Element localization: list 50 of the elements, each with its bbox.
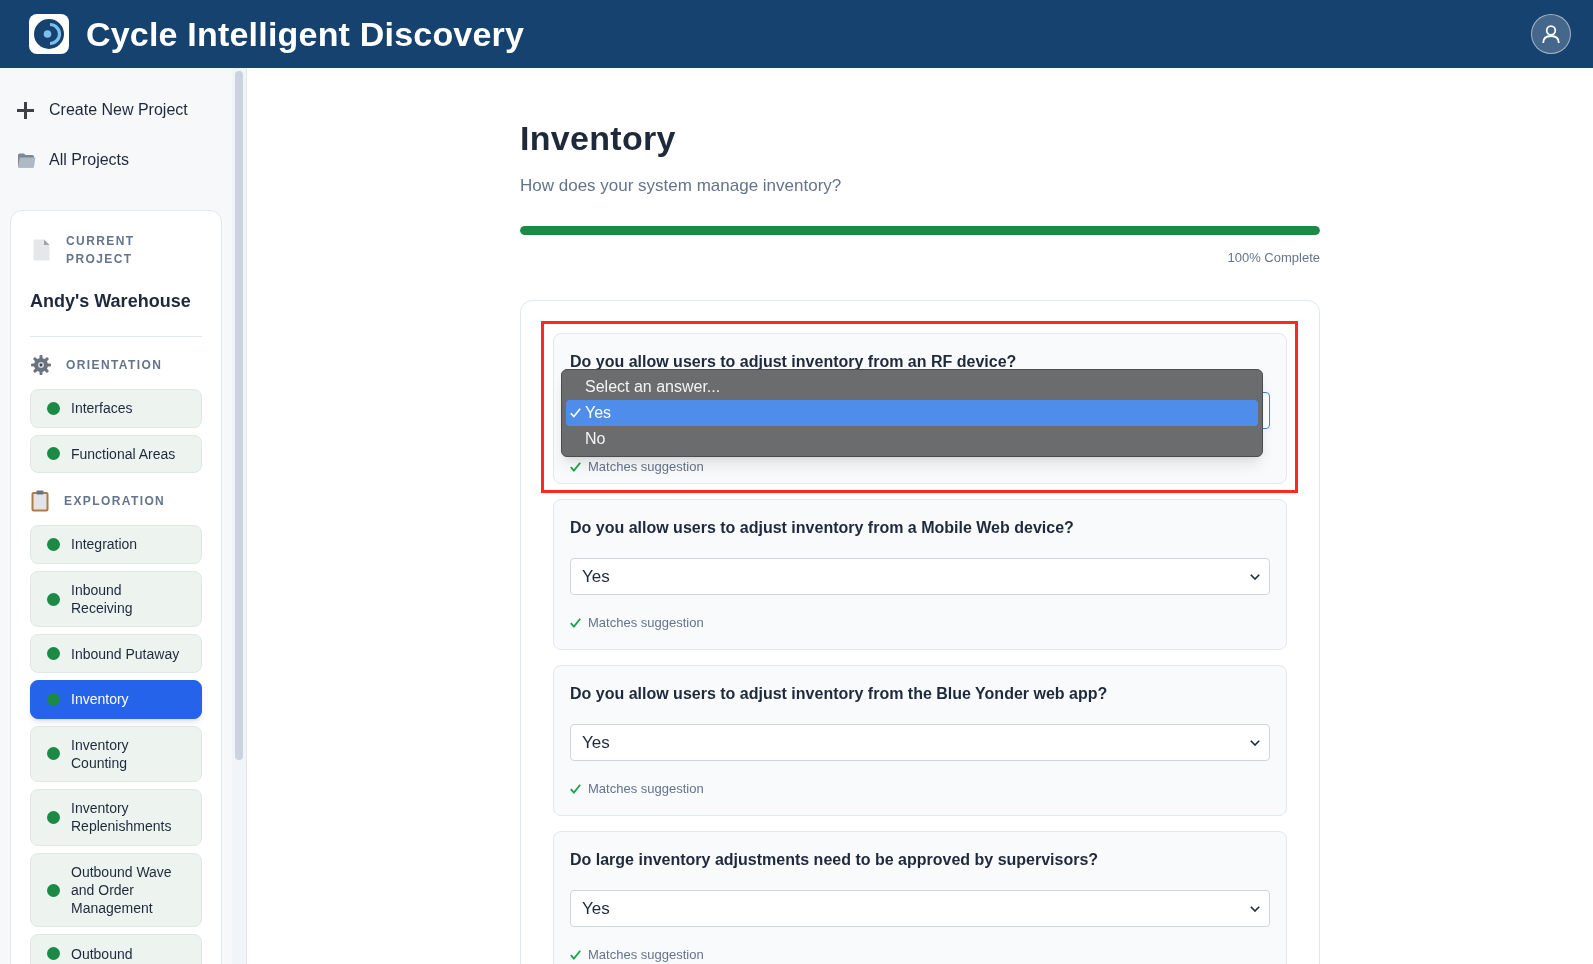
suggestion-note: Matches suggestion [588,947,704,963]
project-name: Andy's Warehouse [30,290,192,313]
suggestion-note: Matches suggestion [588,781,704,797]
check-icon [570,462,581,472]
dropdown-option[interactable]: No [566,426,1258,452]
answer-select[interactable]: Yes [570,890,1270,927]
folder-icon [17,151,36,169]
check-icon [570,618,581,628]
check-icon [570,950,581,960]
progress-label: 100% Complete [1226,249,1320,267]
projects-link[interactable]: All Projects [0,135,232,185]
nav-item[interactable]: Outbound Wave and Order Management [30,852,202,928]
question-text: Do large inventory adjustments need to be approved by supervisors? [570,850,1100,870]
check-icon [570,408,581,418]
page-subtitle: How does your system manage inventory? [520,175,843,197]
question-text: Do you allow users to adjust inventory from an RF device? [570,352,1018,372]
person-icon [1542,24,1560,44]
nav-item[interactable]: Inventory [30,679,202,719]
chevron-down-icon [1250,739,1260,746]
logo-icon [29,14,69,54]
nav-item[interactable]: Outbound [30,934,202,964]
nav-item[interactable]: Inbound Receiving [30,570,202,628]
card-caption: CURRENT PROJECT [66,233,136,268]
account-button[interactable] [1531,14,1571,54]
document-icon [33,239,50,261]
section-heading: ORIENTATION [66,357,163,374]
section-heading: EXPLORATION [64,493,166,511]
nav-item[interactable]: Integration [30,525,202,564]
clipboard-icon [31,490,49,513]
answer-select[interactable]: Yes [570,558,1270,595]
gear-icon [31,355,51,375]
suggestion-note: Matches suggestion [588,459,704,475]
question-text: Do you allow users to adjust inventory from the Blue Yonder web app? [570,684,1109,704]
create-project-link[interactable]: Create New Project [0,85,232,135]
dropdown-option[interactable]: Select an answer... [566,374,1258,400]
answer-select[interactable]: Yes [570,724,1270,761]
nav-item[interactable]: Inbound Putaway [30,634,202,673]
page-title: Inventory [520,118,677,158]
suggestion-note: Matches suggestion [588,615,704,631]
check-icon [570,784,581,794]
scrollbar-thumb[interactable] [235,71,243,760]
nav-item[interactable]: Inventory Counting [30,725,202,783]
app-title: Cycle Intelligent Discovery [86,14,525,54]
nav-item[interactable]: Inventory Replenishments [30,789,202,846]
chevron-down-icon [1250,905,1260,912]
nav-item[interactable]: Functional Areas [30,434,202,474]
chevron-down-icon [1250,573,1260,580]
plus-icon [17,101,34,119]
nav-item[interactable]: Interfaces [30,389,202,428]
question-text: Do you allow users to adjust inventory from a Mobile Web device? [570,518,1075,538]
